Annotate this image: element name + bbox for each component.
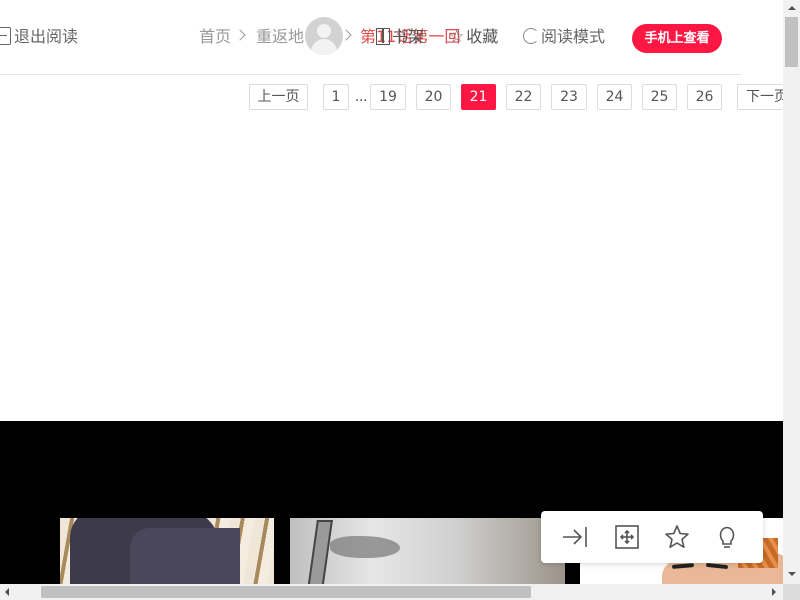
breadcrumb-comic[interactable]: 重返地 <box>256 26 304 48</box>
horizontal-scrollbar[interactable] <box>0 584 783 600</box>
vertical-scroll-thumb[interactable] <box>785 17 798 67</box>
exit-reading-label: 退出阅读 <box>14 27 79 46</box>
prev-page-button[interactable]: 上一页 <box>249 84 308 110</box>
star-outline-icon: ☆ <box>449 27 465 47</box>
comic-panel <box>60 518 274 584</box>
page-button[interactable]: 22 <box>506 84 541 110</box>
bookshelf-icon <box>376 28 390 45</box>
read-mode-icon <box>523 28 539 44</box>
page-button[interactable]: 23 <box>551 84 587 110</box>
page-button[interactable]: 19 <box>370 84 406 110</box>
avatar[interactable] <box>305 17 343 55</box>
vertical-scrollbar[interactable] <box>783 0 800 584</box>
page-button[interactable]: 24 <box>597 84 632 110</box>
page-button-first[interactable]: 1 <box>323 84 349 110</box>
read-mode-label: 阅读模式 <box>541 27 606 46</box>
lightbulb-icon[interactable] <box>714 524 740 550</box>
reader-toolbar <box>541 511 763 563</box>
fit-screen-icon[interactable] <box>614 524 640 550</box>
breadcrumb-home[interactable]: 首页 <box>199 26 231 48</box>
scroll-right-arrow-icon[interactable] <box>772 588 776 596</box>
comic-panel <box>290 518 565 584</box>
jump-to-end-icon[interactable] <box>562 524 588 550</box>
exit-icon <box>0 27 11 45</box>
next-page-button[interactable]: 下一页 <box>737 84 783 110</box>
page-button[interactable]: 25 <box>642 84 677 110</box>
page-button[interactable]: 20 <box>416 84 451 110</box>
page-button-current[interactable]: 21 <box>461 84 496 110</box>
page-button[interactable]: 26 <box>687 84 722 110</box>
favorite-button[interactable]: ☆ 收藏 <box>449 26 498 48</box>
chevron-right-icon <box>234 29 246 41</box>
scroll-up-arrow-icon[interactable] <box>788 6 796 10</box>
scroll-left-arrow-icon[interactable] <box>5 588 9 596</box>
top-bar: 退出阅读 首页 重返地 第11话第一回 书架 ☆ 收藏 阅读模式 手机上查看 <box>0 0 741 75</box>
bookshelf-label: 书架 <box>392 27 425 46</box>
horizontal-scroll-thumb[interactable] <box>41 586 531 598</box>
view-on-mobile-button[interactable]: 手机上查看 <box>632 24 722 53</box>
star-icon[interactable] <box>664 524 690 550</box>
scrollbar-corner <box>783 584 800 600</box>
favorite-label: 收藏 <box>466 27 499 46</box>
read-mode-button[interactable]: 阅读模式 <box>523 26 605 48</box>
pagination-ellipsis: ... <box>355 90 368 105</box>
scroll-down-arrow-icon[interactable] <box>788 572 796 576</box>
exit-reading-button[interactable]: 退出阅读 <box>0 26 78 48</box>
bookshelf-button[interactable]: 书架 <box>376 26 424 48</box>
